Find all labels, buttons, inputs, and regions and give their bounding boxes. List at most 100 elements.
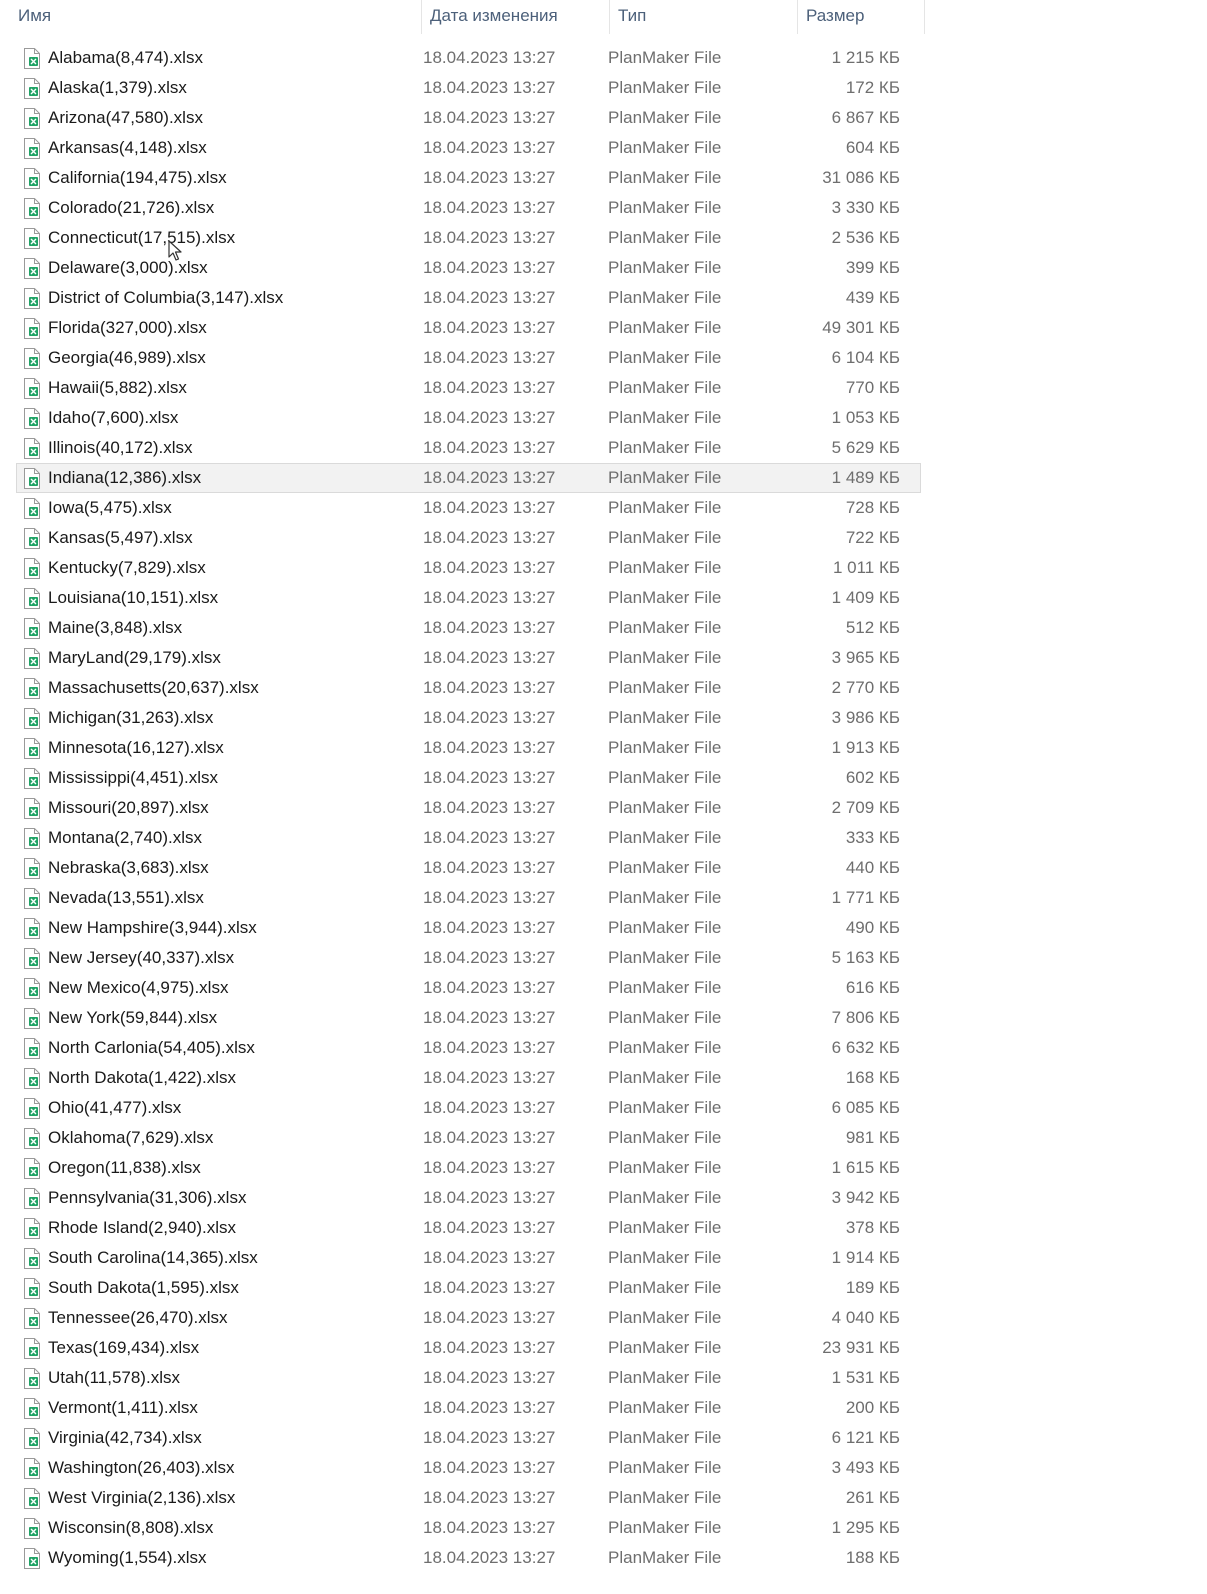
file-row[interactable]: Delaware(3,000).xlsx 18.04.2023 13:27 Plan… — [16, 253, 921, 283]
file-row[interactable]: Idaho(7,600).xlsx 18.04.2023 13:27 PlanMak… — [16, 403, 921, 433]
file-name: New Mexico(4,975).xlsx — [48, 978, 229, 997]
file-row[interactable]: Louisiana(10,151).xlsx 18.04.2023 13:27 Pl… — [16, 583, 921, 613]
file-row[interactable]: North Dakota(1,422).xlsx 18.04.2023 13:27… — [16, 1063, 921, 1093]
file-name: Michigan(31,263).xlsx — [48, 708, 214, 727]
xlsx-file-icon — [24, 1488, 40, 1509]
file-row[interactable]: Washington(26,403).xlsx 18.04.2023 13:27 P… — [16, 1453, 921, 1483]
file-row[interactable]: Oregon(11,838).xlsx 18.04.2023 13:27 PlanM… — [16, 1153, 921, 1183]
file-name: Texas(169,434).xlsx — [48, 1338, 200, 1357]
xlsx-file-icon — [24, 1278, 40, 1299]
file-row[interactable]: Michigan(31,263).xlsx 18.04.2023 13:27 Pla… — [16, 703, 921, 733]
file-name: North Dakota(1,422).xlsx — [48, 1068, 237, 1087]
file-row[interactable]: Mississippi(4,451).xlsx 18.04.2023 13:27 P… — [16, 763, 921, 793]
file-name: Ohio(41,477).xlsx — [48, 1098, 182, 1117]
file-type: PlanMaker File — [608, 918, 722, 937]
xlsx-file-icon — [24, 768, 40, 789]
file-row[interactable]: Nevada(13,551).xlsx 18.04.2023 13:27 PlanM… — [16, 883, 921, 913]
file-row[interactable]: MaryLand(29,179).xlsx 18.04.2023 13:27 Pla… — [16, 643, 921, 673]
file-date: 18.04.2023 13:27 — [423, 528, 556, 547]
file-row[interactable]: Alabama(8,474).xlsx 18.04.2023 13:27 PlanM… — [16, 43, 921, 73]
file-date: 18.04.2023 13:27 — [423, 1518, 556, 1537]
file-row[interactable]: Texas(169,434).xlsx 18.04.2023 13:27 PlanM… — [16, 1333, 921, 1363]
file-row[interactable]: Pennsylvania(31,306).xlsx 18.04.2023 13:2… — [16, 1183, 921, 1213]
file-date: 18.04.2023 13:27 — [423, 1458, 556, 1477]
file-size: 1 531 КБ — [831, 1368, 900, 1387]
file-row[interactable]: Ohio(41,477).xlsx 18.04.2023 13:27 PlanMak… — [16, 1093, 921, 1123]
file-date: 18.04.2023 13:27 — [423, 1428, 556, 1447]
file-type: PlanMaker File — [608, 1338, 722, 1357]
file-type: PlanMaker File — [608, 768, 722, 787]
file-row[interactable]: Wisconsin(8,808).xlsx 18.04.2023 13:27 Pla… — [16, 1513, 921, 1543]
file-row[interactable]: West Virginia(2,136).xlsx 18.04.2023 13:2… — [16, 1483, 921, 1513]
column-size-header[interactable]: Размер — [798, 0, 925, 34]
xlsx-file-icon — [24, 438, 40, 459]
xlsx-file-icon — [24, 678, 40, 699]
file-row[interactable]: New York(59,844).xlsx 18.04.2023 13:27 Pla… — [16, 1003, 921, 1033]
file-row[interactable]: Indiana(12,386).xlsx 18.04.2023 13:27 Plan… — [16, 463, 921, 493]
column-type-header[interactable]: Тип — [610, 0, 798, 34]
file-row[interactable]: Utah(11,578).xlsx 18.04.2023 13:27 PlanMak… — [16, 1363, 921, 1393]
file-row[interactable]: Massachusetts(20,637).xlsx 18.04.2023 13:… — [16, 673, 921, 703]
file-row[interactable]: Florida(327,000).xlsx 18.04.2023 13:27 Pla… — [16, 313, 921, 343]
file-row[interactable]: Colorado(21,726).xlsx 18.04.2023 13:27 Pla… — [16, 193, 921, 223]
file-row[interactable]: Montana(2,740).xlsx 18.04.2023 13:27 PlanM… — [16, 823, 921, 853]
file-name: Arizona(47,580).xlsx — [48, 108, 203, 127]
file-type: PlanMaker File — [608, 1038, 722, 1057]
file-type: PlanMaker File — [608, 228, 722, 247]
file-row[interactable]: Nebraska(3,683).xlsx 18.04.2023 13:27 Plan… — [16, 853, 921, 883]
file-row[interactable]: Wyoming(1,554).xlsx 18.04.2023 13:27 PlanM… — [16, 1543, 921, 1573]
file-type: PlanMaker File — [608, 1158, 722, 1177]
file-row[interactable]: New Jersey(40,337).xlsx 18.04.2023 13:27 P… — [16, 943, 921, 973]
file-row[interactable]: Hawaii(5,882).xlsx 18.04.2023 13:27 PlanMa… — [16, 373, 921, 403]
file-size: 770 КБ — [845, 378, 900, 397]
file-row[interactable]: California(194,475).xlsx 18.04.2023 13:27… — [16, 163, 921, 193]
file-row[interactable]: Connecticut(17,515).xlsx 18.04.2023 13:27… — [16, 223, 921, 253]
file-row[interactable]: Maine(3,848).xlsx 18.04.2023 13:27 PlanMak… — [16, 613, 921, 643]
file-row[interactable]: Arkansas(4,148).xlsx 18.04.2023 13:27 Plan… — [16, 133, 921, 163]
file-row[interactable]: Missouri(20,897).xlsx 18.04.2023 13:27 Pla… — [16, 793, 921, 823]
file-date: 18.04.2023 13:27 — [423, 948, 556, 967]
file-size: 172 КБ — [845, 78, 900, 97]
file-row[interactable]: Tennessee(26,470).xlsx 18.04.2023 13:27 Pl… — [16, 1303, 921, 1333]
file-row[interactable]: Iowa(5,475).xlsx 18.04.2023 13:27 PlanMake… — [16, 493, 921, 523]
file-row[interactable]: North Carlonia(54,405).xlsx 18.04.2023 13… — [16, 1033, 921, 1063]
column-name-header[interactable]: Имя — [0, 0, 422, 34]
file-row[interactable]: New Mexico(4,975).xlsx 18.04.2023 13:27 Pl… — [16, 973, 921, 1003]
file-row[interactable]: Rhode Island(2,940).xlsx 18.04.2023 13:27… — [16, 1213, 921, 1243]
file-row[interactable]: Alaska(1,379).xlsx 18.04.2023 13:27 PlanMa… — [16, 73, 921, 103]
file-size: 31 086 КБ — [822, 168, 900, 187]
file-row[interactable]: Georgia(46,989).xlsx 18.04.2023 13:27 Plan… — [16, 343, 921, 373]
file-type: PlanMaker File — [608, 408, 722, 427]
file-row[interactable]: Kentucky(7,829).xlsx 18.04.2023 13:27 Plan… — [16, 553, 921, 583]
file-row[interactable]: District of Columbia(3,147).xlsx 18.04.20… — [16, 283, 921, 313]
file-type: PlanMaker File — [608, 1308, 722, 1327]
file-name: West Virginia(2,136).xlsx — [48, 1488, 236, 1507]
file-row[interactable]: South Dakota(1,595).xlsx 18.04.2023 13:27… — [16, 1273, 921, 1303]
xlsx-file-icon — [24, 1368, 40, 1389]
file-date: 18.04.2023 13:27 — [423, 678, 556, 697]
file-date: 18.04.2023 13:27 — [423, 708, 556, 727]
column-date-header[interactable]: Дата изменения — [422, 0, 610, 34]
column-header: Имя Дата изменения Тип Размер — [0, 0, 925, 34]
file-type: PlanMaker File — [608, 858, 722, 877]
xlsx-file-icon — [24, 318, 40, 339]
file-date: 18.04.2023 13:27 — [423, 438, 556, 457]
file-row[interactable]: Virginia(42,734).xlsx 18.04.2023 13:27 Pla… — [16, 1423, 921, 1453]
file-row[interactable]: Arizona(47,580).xlsx 18.04.2023 13:27 Plan… — [16, 103, 921, 133]
file-list: Alabama(8,474).xlsx 18.04.2023 13:27 PlanM… — [16, 43, 921, 1573]
file-row[interactable]: Illinois(40,172).xlsx 18.04.2023 13:27 Pla… — [16, 433, 921, 463]
file-row[interactable]: Minnesota(16,127).xlsx 18.04.2023 13:27 Pl… — [16, 733, 921, 763]
file-row[interactable]: Kansas(5,497).xlsx 18.04.2023 13:27 PlanMa… — [16, 523, 921, 553]
file-row[interactable]: South Carolina(14,365).xlsx 18.04.2023 13… — [16, 1243, 921, 1273]
file-name: Kentucky(7,829).xlsx — [48, 558, 206, 577]
file-name: Mississippi(4,451).xlsx — [48, 768, 219, 787]
xlsx-file-icon — [24, 1068, 40, 1089]
file-row[interactable]: New Hampshire(3,944).xlsx 18.04.2023 13:2… — [16, 913, 921, 943]
file-row[interactable]: Oklahoma(7,629).xlsx 18.04.2023 13:27 Plan… — [16, 1123, 921, 1153]
file-row[interactable]: Vermont(1,411).xlsx 18.04.2023 13:27 PlanM… — [16, 1393, 921, 1423]
file-size: 5 163 КБ — [831, 948, 900, 967]
file-type: PlanMaker File — [608, 498, 722, 517]
file-name: New Hampshire(3,944).xlsx — [48, 918, 257, 937]
file-name: Pennsylvania(31,306).xlsx — [48, 1188, 247, 1207]
file-date: 18.04.2023 13:27 — [423, 1008, 556, 1027]
